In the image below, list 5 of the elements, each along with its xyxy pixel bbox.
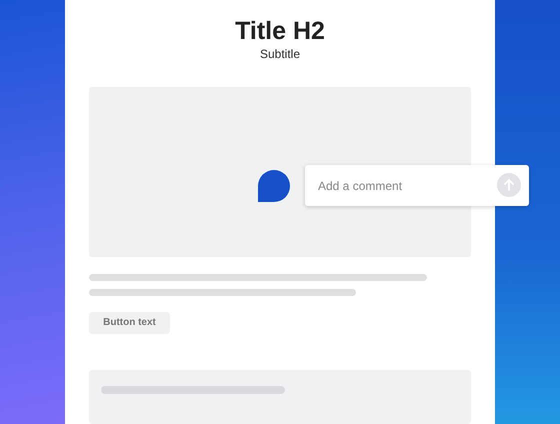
page-title: Title H2 (234, 16, 326, 46)
action-button[interactable]: Button text (89, 312, 170, 334)
page-subtitle: Subtitle (258, 46, 302, 62)
comment-field[interactable]: Add a comment (305, 165, 529, 206)
comment-marker-icon (258, 170, 290, 202)
